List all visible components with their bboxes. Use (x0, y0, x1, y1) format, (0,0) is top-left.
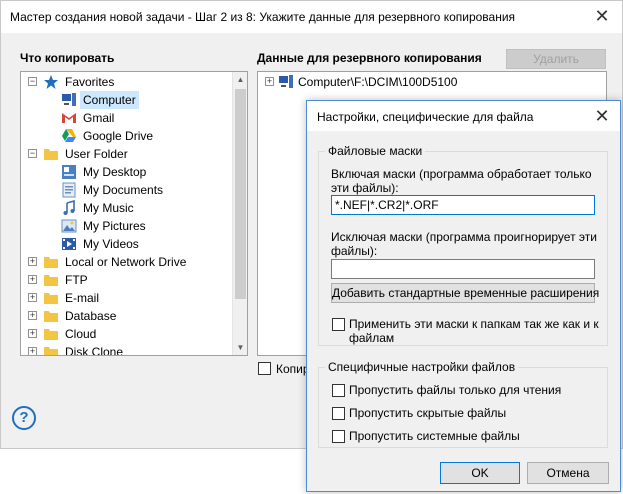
tree-item-label: E-mail (65, 291, 100, 305)
tree-item-email[interactable]: + E-mail (27, 289, 227, 307)
tree-item-database[interactable]: + Database (27, 307, 227, 325)
include-masks-input[interactable]: *.NEF|*.CR2|*.ORF (331, 195, 595, 215)
expand-icon[interactable]: + (28, 329, 37, 338)
tree-item-label: Disk Clone (65, 345, 124, 356)
folder-icon (44, 275, 58, 286)
include-masks-label: Включая маски (программа обработает толь… (331, 167, 592, 195)
tree-item-gmail[interactable]: Gmail (61, 109, 211, 127)
tree-item-label: Computer (80, 91, 139, 109)
tree-item-my-documents[interactable]: My Documents (61, 181, 211, 199)
expand-icon[interactable]: + (28, 293, 37, 302)
expand-icon[interactable]: + (28, 347, 37, 355)
expand-icon[interactable]: + (28, 275, 37, 284)
exclude-masks-label: Исключая маски (программа проигнорирует … (331, 230, 597, 258)
tree-item-label: Gmail (83, 111, 115, 125)
window-title: Мастер создания новой задачи - Шаг 2 из … (10, 10, 516, 24)
dialog-title-bar: Настройки, специфические для файла ✕ (307, 101, 620, 131)
skip-readonly-label: Пропустить файлы только для чтения (349, 383, 562, 397)
tree-item-disk-clone[interactable]: + Disk Clone (27, 343, 227, 356)
skip-readonly-checkbox[interactable] (332, 384, 345, 397)
tree-item-label: My Videos (83, 237, 139, 251)
folder-icon (44, 149, 58, 160)
add-temp-extensions-button[interactable]: Добавить стандартные временные расширени… (331, 283, 599, 303)
computer-icon (62, 93, 76, 106)
what-to-copy-heading: Что копировать (20, 51, 115, 65)
specific-file-settings-legend: Специфичные настройки файлов (325, 360, 519, 374)
file-specific-settings-dialog: Настройки, специфические для файла ✕ Фай… (306, 100, 621, 492)
expand-icon[interactable]: + (28, 257, 37, 266)
close-dialog-button[interactable]: ✕ (592, 106, 612, 126)
scroll-thumb[interactable] (235, 89, 246, 299)
expand-icon[interactable]: + (265, 77, 274, 86)
tree-item-favorites[interactable]: − Favorites (27, 73, 227, 91)
tree-item-label: My Documents (83, 183, 164, 197)
expand-icon[interactable]: + (28, 311, 37, 320)
tree-item-my-desktop[interactable]: My Desktop (61, 163, 211, 181)
documents-icon (62, 182, 76, 198)
skip-system-label: Пропустить системные файлы (349, 429, 520, 443)
tree-item-local-network-drive[interactable]: + Local or Network Drive (27, 253, 227, 271)
tree-item-cloud[interactable]: + Cloud (27, 325, 227, 343)
folder-icon (44, 329, 58, 340)
delete-button[interactable]: Удалить (506, 49, 606, 69)
skip-system-checkbox[interactable] (332, 430, 345, 443)
tree-item-label: Database (65, 309, 117, 323)
pictures-icon (61, 219, 77, 233)
collapse-icon[interactable]: − (28, 149, 37, 158)
google-drive-icon (62, 129, 76, 142)
tree-item-label: Local or Network Drive (65, 255, 187, 269)
file-masks-legend: Файловые маски (325, 144, 426, 158)
tree-item-google-drive[interactable]: Google Drive (61, 127, 211, 145)
collapse-icon[interactable]: − (28, 77, 37, 86)
gmail-icon (62, 113, 76, 123)
tree-item-label: Computer\F:\DCIM\100D5100 (298, 75, 458, 89)
tree-item-my-pictures[interactable]: My Pictures (61, 217, 211, 235)
folder-icon (44, 347, 58, 355)
desktop-icon (62, 165, 76, 179)
tree-item-label: FTP (65, 273, 88, 287)
cancel-button[interactable]: Отмена (527, 462, 609, 484)
tree-item-user-folder[interactable]: − User Folder (27, 145, 227, 163)
copy-checkbox-label: Копир (276, 362, 310, 376)
tree-item-label: Favorites (65, 75, 115, 89)
close-window-button[interactable]: ✕ (592, 6, 612, 26)
exclude-masks-input[interactable] (331, 259, 595, 279)
music-icon (63, 200, 75, 215)
tree-item-backup-source[interactable]: + Computer\F:\DCIM\100D5100 (264, 73, 564, 91)
help-icon[interactable]: ? (12, 406, 36, 430)
tree-item-computer[interactable]: Computer (61, 91, 211, 109)
tree-item-ftp[interactable]: + FTP (27, 271, 227, 289)
tree-item-label: Google Drive (83, 129, 154, 143)
tree-item-my-videos[interactable]: My Videos (61, 235, 211, 253)
scroll-down-arrow-icon[interactable]: ▼ (233, 340, 247, 355)
source-tree[interactable]: − Favorites Computer Gmail Google Drive … (20, 71, 248, 356)
tree-item-label: My Pictures (83, 219, 146, 233)
folder-icon (44, 293, 58, 304)
copy-checkbox[interactable] (258, 362, 271, 375)
star-icon (44, 75, 58, 89)
tree-item-label: User Folder (65, 147, 128, 161)
folder-icon (44, 257, 58, 268)
videos-icon (62, 238, 76, 250)
apply-to-folders-label: Применить эти маски к папкам так же как … (349, 317, 599, 345)
backup-data-heading: Данные для резервного копирования (257, 51, 482, 65)
skip-hidden-label: Пропустить скрытые файлы (349, 406, 507, 420)
skip-hidden-checkbox[interactable] (332, 407, 345, 420)
ok-button[interactable]: OK (440, 462, 520, 484)
tree-item-label: Cloud (65, 327, 97, 341)
title-bar: Мастер создания новой задачи - Шаг 2 из … (1, 1, 622, 33)
tree-item-label: My Music (83, 201, 134, 215)
tree-item-label: My Desktop (83, 165, 147, 179)
dialog-title: Настройки, специфические для файла (317, 110, 534, 124)
scroll-up-arrow-icon[interactable]: ▲ (233, 72, 247, 87)
tree-scrollbar[interactable]: ▲ ▼ (232, 72, 247, 355)
computer-icon (279, 75, 293, 88)
tree-item-my-music[interactable]: My Music (61, 199, 211, 217)
folder-icon (44, 311, 58, 322)
apply-to-folders-checkbox[interactable] (332, 318, 345, 331)
